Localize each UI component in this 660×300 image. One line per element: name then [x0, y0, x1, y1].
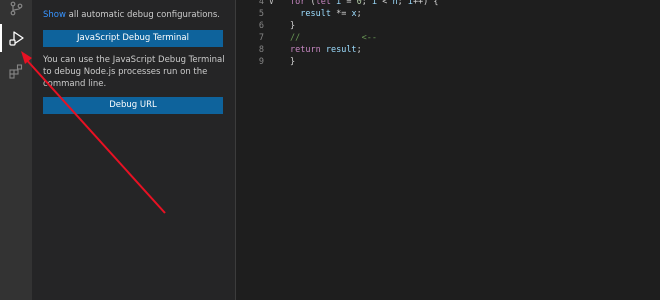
source-control-icon[interactable] — [0, 0, 32, 22]
line-number: 5 — [258, 9, 264, 19]
show-configurations-text: Show all automatic debug configurations. — [43, 9, 227, 21]
line-number: 9 — [258, 57, 264, 67]
code-line: 6} — [236, 20, 660, 32]
javascript-debug-terminal-button[interactable]: JavaScript Debug Terminal — [43, 30, 223, 47]
run-debug-sidebar: Show all automatic debug configurations.… — [32, 0, 236, 300]
code-line: 4 ∨ for (let i = 0; i < n; i++) { — [236, 0, 660, 8]
show-configurations-rest: all automatic debug configurations. — [65, 10, 220, 20]
run-and-debug-icon[interactable] — [0, 24, 32, 52]
code-text: } — [290, 57, 296, 67]
debug-terminal-description: You can use the JavaScript Debug Termina… — [43, 55, 225, 89]
code-text: } — [290, 21, 296, 31]
extensions-icon[interactable] — [0, 57, 32, 85]
code-editor[interactable]: 4 ∨ for (let i = 0; i < n; i++) {5 result … — [236, 0, 660, 300]
code-text: for (let i = 0; i < n; i++) { — [290, 0, 439, 7]
line-number: 6 — [258, 21, 264, 31]
code-text: result *= x; — [300, 9, 362, 19]
activity-bar — [0, 0, 32, 300]
code-text: return result; — [290, 45, 362, 55]
code-line: 7 // <-- — [236, 32, 660, 44]
line-number: 8 — [258, 45, 264, 55]
code-text: // <-- — [290, 33, 377, 43]
show-link[interactable]: Show — [43, 10, 66, 20]
debug-url-button[interactable]: Debug URL — [43, 97, 223, 114]
line-number: 4 — [258, 0, 264, 7]
code-line: 5 result *= x; — [236, 8, 660, 20]
line-number: 7 — [258, 33, 264, 43]
fold-chevron-icon[interactable]: ∨ — [269, 0, 274, 8]
code-line: 8 return result; — [236, 44, 660, 56]
code-line: 9} — [236, 56, 660, 68]
